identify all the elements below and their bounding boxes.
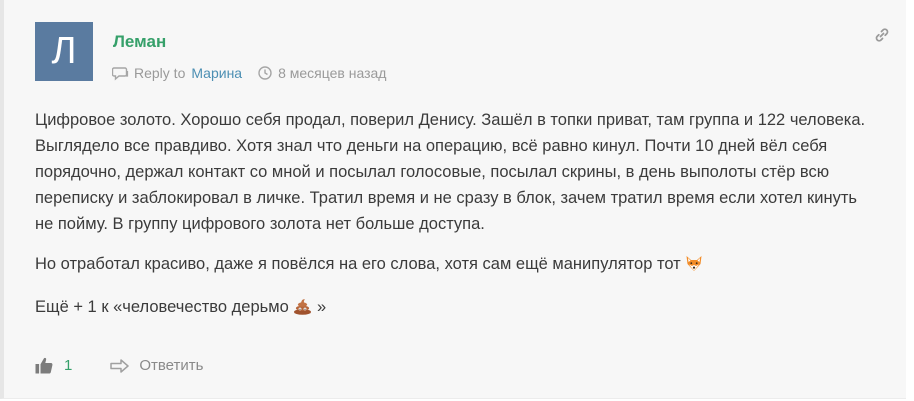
comment-card: Л Леман Reply to Марина 8 месяцев назад: [0, 0, 906, 399]
comment-timestamp[interactable]: 8 месяцев назад: [278, 65, 386, 81]
reply-to-icon: [112, 66, 129, 81]
comment-actions: 1 Ответить: [35, 357, 203, 374]
reply-to-user[interactable]: Марина: [191, 65, 242, 81]
like-count: 1: [64, 357, 73, 374]
reply-arrow-icon: [110, 358, 130, 373]
fox-face-icon: [685, 254, 703, 280]
reply-button[interactable]: Ответить: [110, 357, 203, 374]
avatar[interactable]: Л: [35, 22, 93, 81]
comment-author[interactable]: Леман: [113, 32, 166, 52]
comment-meta: Reply to Марина 8 месяцев назад: [112, 65, 386, 81]
thumbs-up-icon: [35, 357, 53, 374]
comment-paragraph: Но отработал красиво, даже я повёлся на …: [35, 251, 875, 280]
reply-button-label: Ответить: [139, 357, 204, 374]
reply-to-label: Reply to: [134, 65, 186, 81]
comment-paragraph: Ещё + 1 к «человечество дерьмо »: [35, 294, 875, 323]
clock-icon: [258, 66, 272, 80]
comment-paragraph: Цифровое золото. Хорошо себя продал, пов…: [35, 111, 866, 233]
permalink-icon[interactable]: [874, 27, 890, 43]
comment-body: Цифровое золото. Хорошо себя продал, пов…: [35, 107, 875, 337]
poop-icon: [293, 297, 312, 323]
like-button[interactable]: 1: [35, 357, 72, 374]
